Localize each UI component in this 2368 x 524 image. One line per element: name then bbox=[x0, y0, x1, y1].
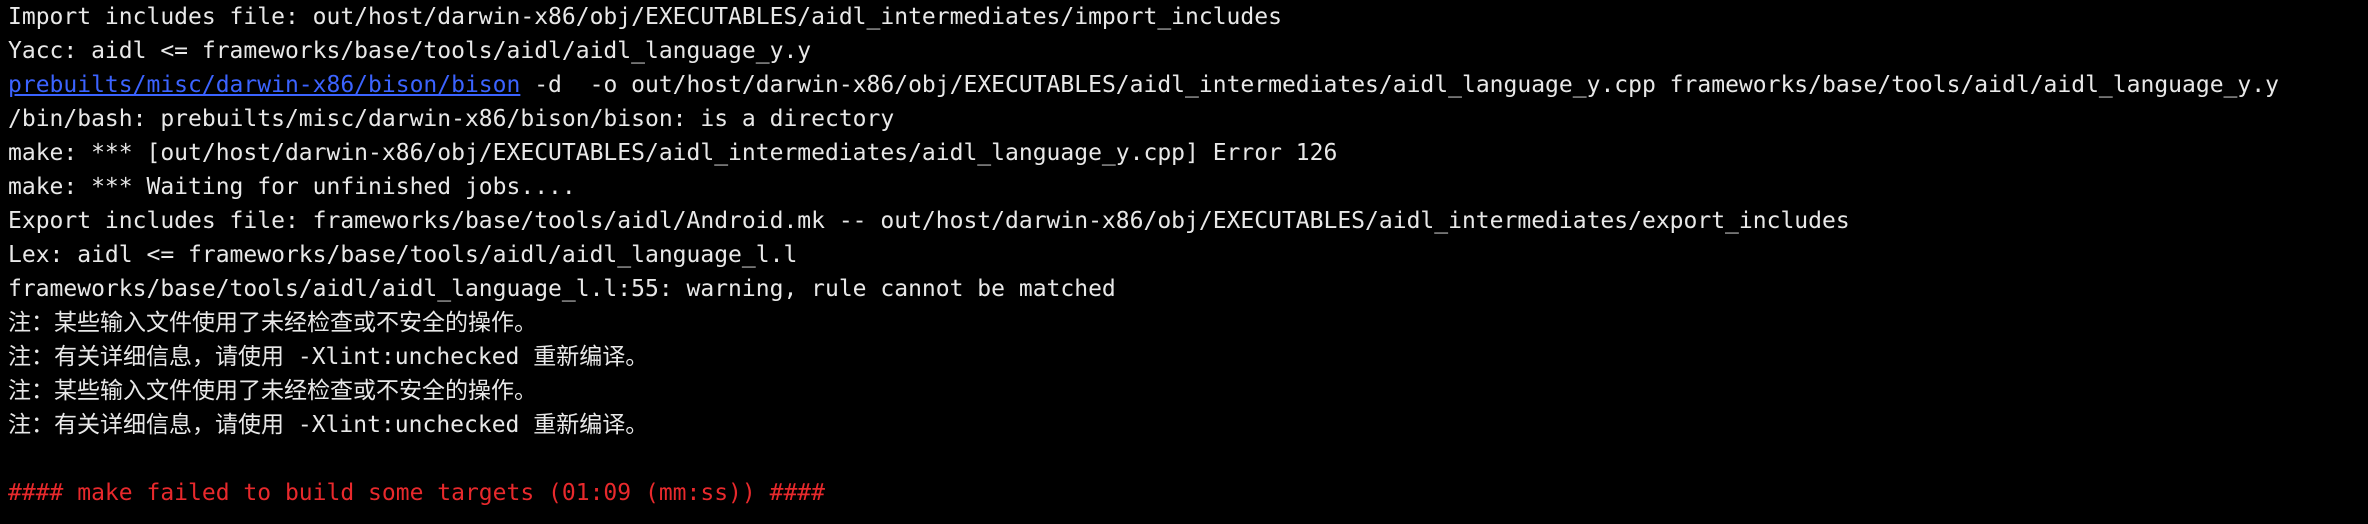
bison-path-link[interactable]: prebuilts/misc/darwin-x86/bison/bison bbox=[8, 72, 520, 98]
output-line-make-error: make: *** [out/host/darwin-x86/obj/EXECU… bbox=[8, 140, 1338, 166]
output-line-import-includes: Import includes file: out/host/darwin-x8… bbox=[8, 4, 1282, 30]
output-line-note-unchecked-1: 注：某些输入文件使用了未经检查或不安全的操作。 bbox=[8, 310, 537, 336]
output-line-lex: Lex: aidl <= frameworks/base/tools/aidl/… bbox=[8, 242, 798, 268]
output-line-make-waiting: make: *** Waiting for unfinished jobs...… bbox=[8, 174, 576, 200]
output-line-bash-error: /bin/bash: prebuilts/misc/darwin-x86/bis… bbox=[8, 106, 895, 132]
bison-command-args: -d -o out/host/darwin-x86/obj/EXECUTABLE… bbox=[520, 72, 2279, 98]
output-line-note-xlint-2: 注：有关详细信息，请使用 -Xlint:unchecked 重新编译。 bbox=[8, 412, 649, 438]
output-line-lex-warning: frameworks/base/tools/aidl/aidl_language… bbox=[8, 276, 1116, 302]
terminal-window[interactable]: Import includes file: out/host/darwin-x8… bbox=[0, 0, 2368, 524]
output-line-yacc: Yacc: aidl <= frameworks/base/tools/aidl… bbox=[8, 38, 812, 64]
build-failed-summary: #### make failed to build some targets (… bbox=[8, 480, 825, 506]
output-line-note-unchecked-2: 注：某些输入文件使用了未经检查或不安全的操作。 bbox=[8, 378, 537, 404]
output-line-export-includes: Export includes file: frameworks/base/to… bbox=[8, 208, 1850, 234]
output-line-bison-command: prebuilts/misc/darwin-x86/bison/bison -d… bbox=[8, 68, 2368, 102]
output-line-blank bbox=[8, 442, 2368, 476]
output-line-note-xlint-1: 注：有关详细信息，请使用 -Xlint:unchecked 重新编译。 bbox=[8, 344, 649, 370]
